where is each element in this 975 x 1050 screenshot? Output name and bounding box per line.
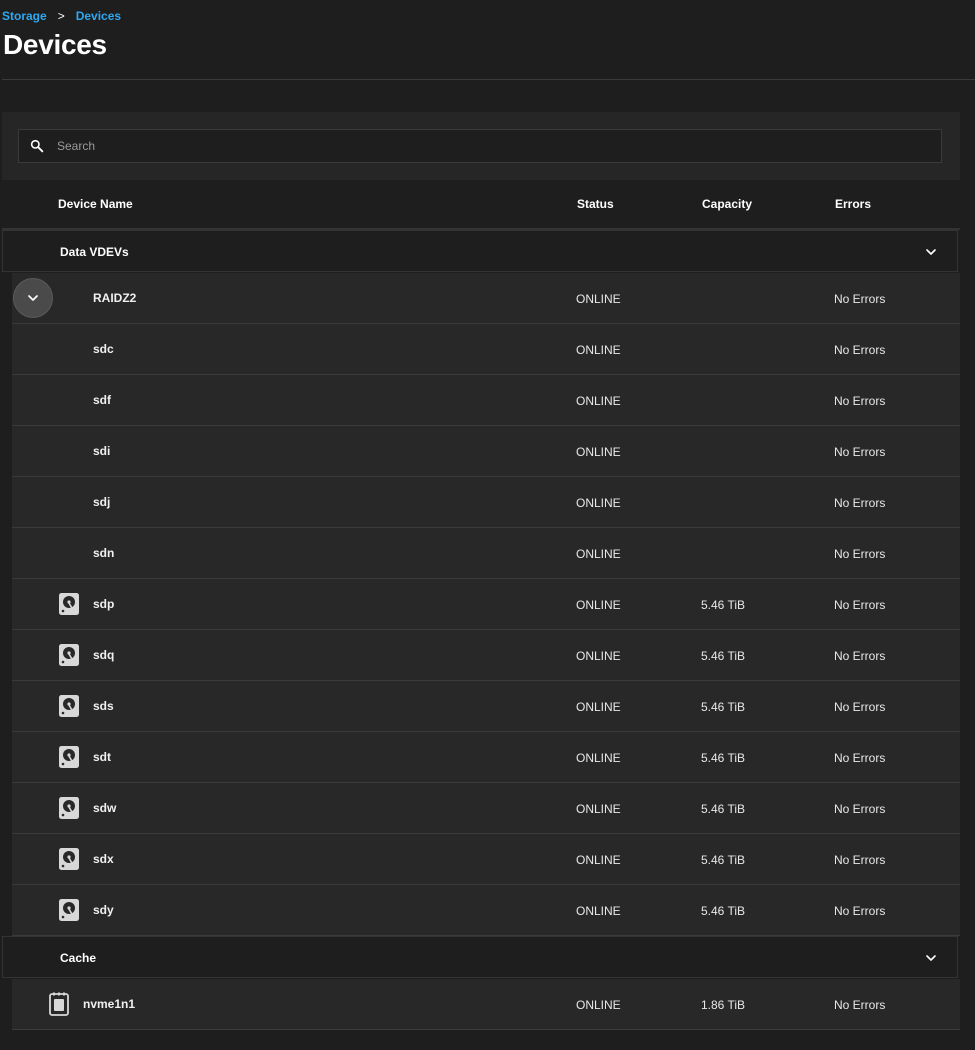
device-name: nvme1n1 <box>83 997 136 1011</box>
device-status: ONLINE <box>576 445 621 459</box>
device-name: sdi <box>93 444 111 458</box>
device-status: ONLINE <box>576 547 621 561</box>
device-status: ONLINE <box>576 394 621 408</box>
device-name: sdp <box>93 597 115 611</box>
search-icon <box>30 139 44 153</box>
device-capacity: 5.46 TiB <box>701 802 746 816</box>
device-name: sdc <box>93 342 114 356</box>
device-status: ONLINE <box>576 700 621 714</box>
device-errors: No Errors <box>834 700 886 714</box>
device-errors: No Errors <box>834 547 886 561</box>
ssd-icon <box>49 992 69 1016</box>
device-row[interactable]: sdy ONLINE 5.46 TiB No Errors <box>12 885 960 936</box>
group-label: Data VDEVs <box>60 245 129 259</box>
device-row[interactable]: sdi ONLINE No Errors <box>12 426 960 477</box>
hdd-icon <box>58 592 80 616</box>
device-capacity: 1.86 TiB <box>701 998 746 1012</box>
hdd-icon <box>58 745 80 769</box>
device-name: sdf <box>93 393 111 407</box>
column-capacity[interactable]: Capacity <box>702 197 752 211</box>
device-row[interactable]: sdj ONLINE No Errors <box>12 477 960 528</box>
table-footer <box>2 1030 960 1050</box>
device-name: sdt <box>93 750 111 764</box>
hdd-icon <box>58 796 80 820</box>
device-errors: No Errors <box>834 904 886 918</box>
hdd-icon <box>58 847 80 871</box>
device-errors: No Errors <box>834 394 886 408</box>
vdev-row-raidz2[interactable]: RAIDZ2 ONLINE No Errors <box>12 273 960 324</box>
search-box <box>18 129 942 163</box>
device-capacity: 5.46 TiB <box>701 649 746 663</box>
hdd-icon <box>58 898 80 922</box>
device-capacity: 5.46 TiB <box>701 751 746 765</box>
chevron-down-icon[interactable] <box>923 950 939 966</box>
device-row[interactable]: sds ONLINE 5.46 TiB No Errors <box>12 681 960 732</box>
device-status: ONLINE <box>576 496 621 510</box>
page-title: Devices <box>3 29 107 60</box>
device-row[interactable]: sdf ONLINE No Errors <box>12 375 960 426</box>
device-name: sdw <box>93 801 117 815</box>
hdd-icon <box>58 643 80 667</box>
device-name: RAIDZ2 <box>93 291 137 305</box>
device-status: ONLINE <box>576 904 621 918</box>
device-capacity: 5.46 TiB <box>701 853 746 867</box>
device-status: ONLINE <box>576 998 621 1012</box>
device-status: ONLINE <box>576 802 621 816</box>
device-row[interactable]: sdt ONLINE 5.46 TiB No Errors <box>12 732 960 783</box>
expand-button[interactable] <box>13 278 53 318</box>
hdd-icon <box>58 694 80 718</box>
device-status: ONLINE <box>576 343 621 357</box>
breadcrumb: Storage > Devices <box>2 9 121 23</box>
device-row[interactable]: sdx ONLINE 5.46 TiB No Errors <box>12 834 960 885</box>
chevron-down-icon[interactable] <box>923 244 939 260</box>
device-row[interactable]: sdq ONLINE 5.46 TiB No Errors <box>12 630 960 681</box>
device-errors: No Errors <box>834 445 886 459</box>
group-header-data-vdevs[interactable]: Data VDEVs <box>2 230 958 272</box>
title-divider <box>2 79 975 80</box>
column-device-name[interactable]: Device Name <box>58 197 133 211</box>
device-name: sdq <box>93 648 115 662</box>
group-label: Cache <box>60 951 97 965</box>
device-errors: No Errors <box>834 998 886 1012</box>
breadcrumb-separator: > <box>57 9 65 23</box>
chevron-down-icon <box>28 295 38 301</box>
device-name: sdn <box>93 546 115 560</box>
breadcrumb-storage-link[interactable]: Storage <box>2 9 47 23</box>
breadcrumb-devices-link[interactable]: Devices <box>76 9 121 23</box>
search-panel <box>2 112 960 180</box>
search-input[interactable] <box>57 130 927 162</box>
device-status: ONLINE <box>576 853 621 867</box>
device-name: sdy <box>93 903 114 917</box>
device-status: ONLINE <box>576 598 621 612</box>
device-name: sdx <box>93 852 114 866</box>
device-errors: No Errors <box>834 853 886 867</box>
device-capacity: 5.46 TiB <box>701 904 746 918</box>
device-errors: No Errors <box>834 649 886 663</box>
device-name: sds <box>93 699 114 713</box>
device-capacity: 5.46 TiB <box>701 700 746 714</box>
device-errors: No Errors <box>834 343 886 357</box>
group-header-cache[interactable]: Cache <box>2 936 958 978</box>
device-row[interactable]: nvme1n1 ONLINE 1.86 TiB No Errors <box>12 979 960 1030</box>
device-errors: No Errors <box>834 496 886 510</box>
device-status: ONLINE <box>576 649 621 663</box>
device-row[interactable]: sdp ONLINE 5.46 TiB No Errors <box>12 579 960 630</box>
device-errors: No Errors <box>834 598 886 612</box>
device-row[interactable]: sdn ONLINE No Errors <box>12 528 960 579</box>
device-row[interactable]: sdw ONLINE 5.46 TiB No Errors <box>12 783 960 834</box>
table-header: Device Name Status Capacity Errors <box>2 180 960 230</box>
device-errors: No Errors <box>834 292 886 306</box>
device-status: ONLINE <box>576 751 621 765</box>
device-errors: No Errors <box>834 751 886 765</box>
device-errors: No Errors <box>834 802 886 816</box>
device-row[interactable]: sdc ONLINE No Errors <box>12 324 960 375</box>
device-name: sdj <box>93 495 111 509</box>
column-status[interactable]: Status <box>577 197 614 211</box>
device-capacity: 5.46 TiB <box>701 598 746 612</box>
column-errors[interactable]: Errors <box>835 197 871 211</box>
device-status: ONLINE <box>576 292 621 306</box>
